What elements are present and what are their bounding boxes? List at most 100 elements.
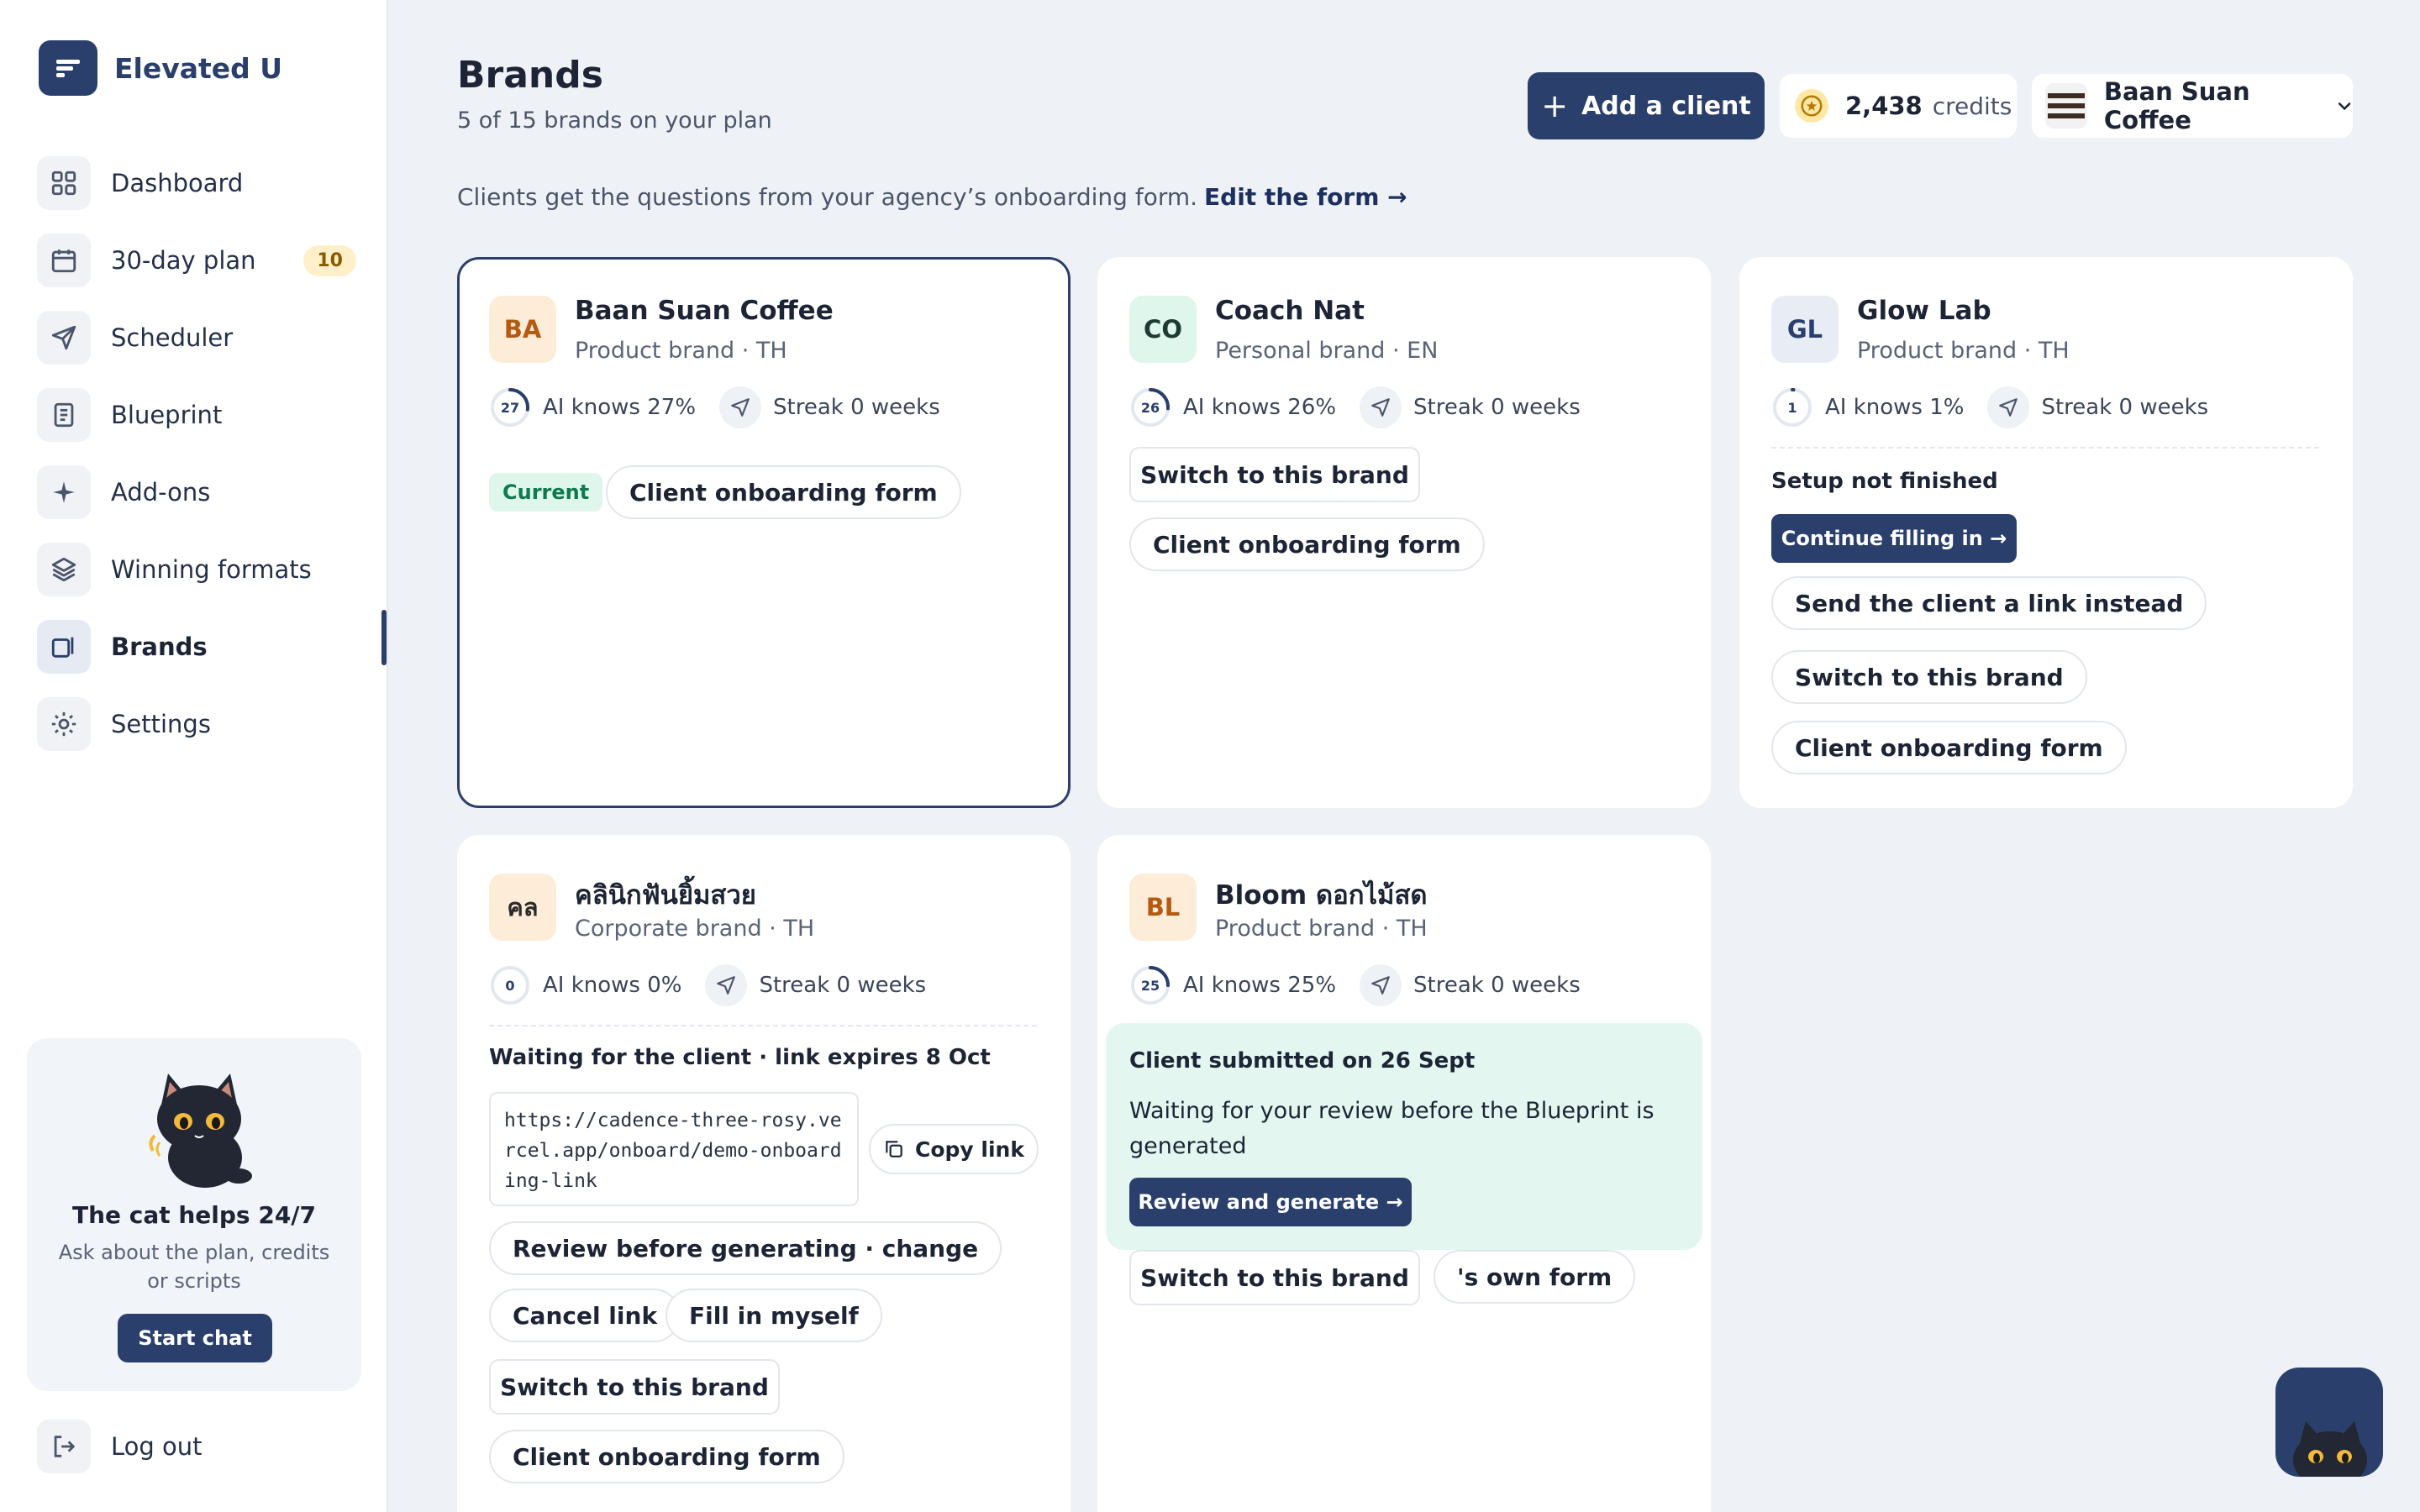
sidebar-item-label: Dashboard [111, 169, 244, 197]
logout-button[interactable]: Log out [37, 1420, 203, 1473]
ai-knowledge-text: AI knows 1% [1825, 395, 1965, 420]
client-onboarding-form-button[interactable]: Client onboarding form [489, 1430, 844, 1483]
logout-label: Log out [111, 1432, 203, 1461]
brand-avatar: BL [1129, 874, 1197, 941]
document-icon [37, 388, 91, 442]
brand-avatar: BA [489, 296, 556, 363]
review-before-generating-button[interactable]: Review before generating · change [489, 1221, 1002, 1275]
add-client-button[interactable]: + Add a client [1528, 72, 1765, 139]
brand-type: Product brand · TH [575, 338, 787, 364]
sidebar-item-brands[interactable]: Brands [37, 608, 356, 685]
switch-brand-button[interactable]: Switch to this brand [1129, 1250, 1420, 1305]
ai-knowledge-value: 25 [1140, 977, 1160, 994]
onboarding-intro: Clients get the questions from your agen… [457, 183, 1407, 211]
brand-card-coach-nat: CO Coach Nat Personal brand · EN 26 AI k… [1097, 257, 1711, 808]
ai-knowledge-value: 27 [500, 399, 520, 416]
client-onboarding-form-button[interactable]: Client onboarding form [606, 465, 961, 519]
cat-chat-button[interactable] [2275, 1368, 2383, 1477]
cat-face-icon [2293, 1421, 2367, 1477]
ai-knowledge-value: 1 [1787, 399, 1797, 416]
sidebar-item-label: Add-ons [111, 478, 211, 507]
review-and-generate-button[interactable]: Review and generate → [1129, 1178, 1412, 1226]
ai-knowledge-ring: 27 [489, 386, 531, 428]
send-icon [37, 311, 91, 365]
ai-knowledge-ring: 0 [489, 964, 531, 1006]
onboarding-link-field[interactable]: https://cadence-three-rosy.vercel.app/on… [489, 1092, 859, 1206]
send-icon [1360, 964, 1402, 1006]
help-title: The cat helps 24/7 [71, 1201, 317, 1229]
fill-in-myself-button[interactable]: Fill in myself [666, 1289, 882, 1342]
brands-icon [37, 620, 91, 674]
active-nav-indicator [381, 610, 387, 665]
send-client-link-button[interactable]: Send the client a link instead [1771, 576, 2207, 630]
card-divider [489, 1025, 1037, 1026]
sidebar-item-scheduler[interactable]: Scheduler [37, 299, 356, 376]
edit-form-link[interactable]: Edit the form → [1204, 183, 1407, 211]
switch-brand-button[interactable]: Switch to this brand [1129, 447, 1420, 502]
app-logo[interactable]: Elevated U [39, 40, 282, 96]
logout-icon [37, 1420, 91, 1473]
cancel-link-button[interactable]: Cancel link [489, 1289, 681, 1342]
sidebar-item-winning-formats[interactable]: Winning formats [37, 531, 356, 608]
client-onboarding-form-button[interactable]: Client onboarding form [1771, 721, 2127, 774]
layers-icon [37, 543, 91, 596]
brand-switcher[interactable]: Baan Suan Coffee [2032, 74, 2353, 138]
ai-knowledge-value: 0 [505, 977, 515, 994]
grid-icon [37, 156, 91, 210]
own-form-button[interactable]: 's own form [1434, 1250, 1636, 1304]
plan-count-badge: 10 [303, 244, 356, 276]
ai-knowledge-ring: 26 [1129, 386, 1171, 428]
send-icon [705, 964, 748, 1006]
send-icon [1360, 386, 1402, 428]
setup-status-label: Setup not finished [1771, 469, 1998, 494]
sidebar-item-label: Brands [111, 633, 208, 661]
brand-logo-icon [2045, 83, 2087, 129]
brand-stats: 0 AI knows 0% Streak 0 weeks [489, 963, 926, 1008]
chevron-down-icon [2338, 102, 2351, 111]
sidebar-item-blueprint[interactable]: Blueprint [37, 376, 356, 454]
brand-card-baan-suan-coffee: BA Baan Suan Coffee Product brand · TH 2… [457, 257, 1071, 808]
sidebar-item-label: Scheduler [111, 323, 234, 352]
sidebar-item-dashboard[interactable]: Dashboard [37, 144, 356, 222]
waiting-review-text: Waiting for your review before the Bluep… [1129, 1098, 1655, 1159]
brand-type: Product brand · TH [1857, 338, 2070, 364]
brand-type: Corporate brand · TH [575, 916, 815, 942]
sidebar-nav: Dashboard 30-day plan 10 Scheduler Bluep… [37, 144, 356, 763]
switch-brand-button[interactable]: Switch to this brand [1771, 650, 2087, 704]
send-icon [1987, 386, 2030, 428]
brand-name: Coach Nat [1215, 296, 1365, 326]
current-brand-name: Baan Suan Coffee [2103, 77, 2250, 134]
copy-link-button[interactable]: Copy link [869, 1124, 1039, 1174]
sidebar-item-add-ons[interactable]: Add-ons [37, 454, 356, 531]
client-submitted-panel: Client submitted on 26 Sept Waiting for … [1106, 1023, 1702, 1250]
sidebar-item-30-day-plan[interactable]: 30-day plan 10 [37, 222, 356, 299]
client-onboarding-form-button[interactable]: Client onboarding form [1129, 517, 1485, 571]
sidebar-item-settings[interactable]: Settings [37, 685, 356, 763]
intro-text: Clients get the questions from your agen… [457, 183, 1198, 211]
switch-brand-button[interactable]: Switch to this brand [489, 1359, 780, 1415]
brand-type: Personal brand · EN [1215, 338, 1439, 364]
brand-type: Product brand · TH [1215, 916, 1428, 942]
current-brand-tag: Current [489, 473, 603, 512]
ai-knowledge-ring: 25 [1129, 964, 1171, 1006]
brand-avatar: GL [1771, 296, 1839, 363]
coin-icon [1795, 89, 1828, 123]
page-subtitle: 5 of 15 brands on your plan [457, 108, 772, 134]
sidebar-item-label: 30-day plan [111, 246, 256, 275]
brand-name: Glow Lab [1857, 296, 1991, 326]
brand-name: Baan Suan Coffee [575, 296, 834, 326]
brand-stats: 25 AI knows 25% Streak 0 weeks [1129, 963, 1581, 1008]
add-client-label: Add a client [1581, 91, 1751, 121]
credits-display[interactable]: 2,438 credits [1780, 74, 2017, 138]
brand-card-clinic: คล คลินิกฟันยิ้มสวย Corporate brand · TH… [457, 835, 1071, 1512]
ai-knowledge-value: 26 [1140, 399, 1160, 416]
page-title: Brands [457, 54, 603, 97]
cat-mascot-icon [149, 1074, 252, 1188]
sidebar: Elevated U Dashboard 30-day plan 10 Sche… [0, 0, 388, 1512]
ai-knowledge-text: AI knows 25% [1183, 973, 1337, 998]
submitted-status-label: Client submitted on 26 Sept [1129, 1048, 1476, 1074]
copy-icon [886, 1141, 902, 1158]
start-chat-button[interactable]: Start chat [118, 1314, 272, 1362]
ai-knowledge-text: AI knows 26% [1183, 395, 1337, 420]
continue-filling-button[interactable]: Continue filling in → [1771, 514, 2017, 563]
